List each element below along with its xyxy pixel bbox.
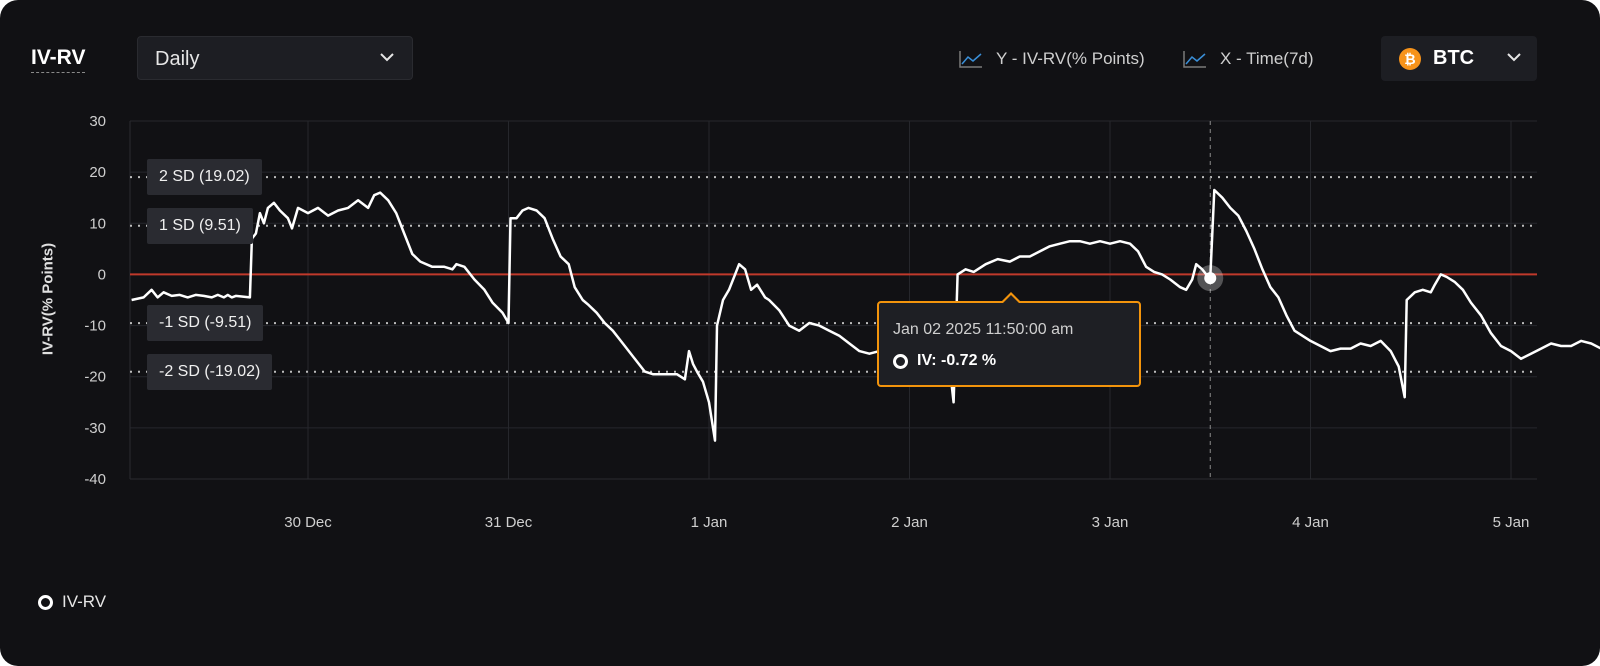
x-tick-label: 3 Jan <box>1092 514 1129 531</box>
sd-label: -2 SD (-19.02) <box>147 353 273 390</box>
y-tick-label: -40 <box>84 471 106 488</box>
y-tick-label: 30 <box>89 113 106 130</box>
y-tick-label: -20 <box>84 369 106 386</box>
x-tick-label: 4 Jan <box>1292 514 1329 531</box>
tooltip-value: IV: -0.72 % <box>917 352 997 369</box>
series-marker-icon <box>893 353 908 369</box>
x-tick-label: 2 Jan <box>891 514 928 531</box>
iv-rv-series-line <box>131 188 1600 442</box>
tooltip-value-row: IV: -0.72 % <box>893 352 996 370</box>
y-tick-label: -30 <box>84 420 106 437</box>
y-tick-label: -10 <box>84 318 106 335</box>
legend-label: IV-RV <box>62 592 107 611</box>
series-marker-icon <box>38 594 53 610</box>
y-tick-label: 10 <box>89 215 106 232</box>
series-legend[interactable]: IV-RV <box>38 592 106 612</box>
x-tick-label: 5 Jan <box>1493 514 1530 531</box>
hover-tooltip: Jan 02 2025 11:50:00 am IV: -0.72 % <box>877 292 1141 387</box>
x-tick-label: 31 Dec <box>485 514 533 531</box>
y-tick-label: 0 <box>98 266 106 283</box>
x-tick-label: 30 Dec <box>284 514 332 531</box>
sd-label: 1 SD (9.51) <box>147 207 253 244</box>
x-tick-label: 1 Jan <box>691 514 728 531</box>
sd-label: 2 SD (19.02) <box>147 159 262 196</box>
highlight-point <box>1204 272 1217 285</box>
sd-label: -1 SD (-9.51) <box>147 305 264 342</box>
chart-panel: IV-RV Daily Y - IV-RV(% Points) X - Time… <box>0 0 1600 666</box>
tooltip-date: Jan 02 2025 11:50:00 am <box>893 321 1074 338</box>
y-tick-label: 20 <box>89 164 106 181</box>
